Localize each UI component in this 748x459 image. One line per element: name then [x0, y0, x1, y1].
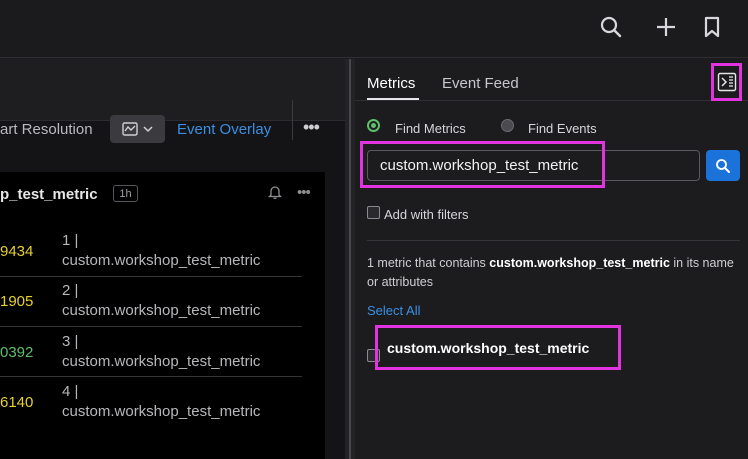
series-index: 1 |: [62, 232, 79, 249]
top-bar: [0, 0, 748, 58]
row-divider: [0, 376, 302, 377]
add-with-filters-label[interactable]: Add with filters: [384, 207, 469, 222]
chart-type-button[interactable]: [110, 115, 165, 143]
series-name: custom.workshop_test_metric: [62, 252, 261, 269]
add-with-filters-checkbox[interactable]: [367, 206, 380, 219]
toolbar-divider: [292, 100, 293, 140]
panel-collapse-icon: [717, 72, 736, 92]
series-value: 9434: [0, 243, 34, 260]
chart-title: p_test_metric: [0, 186, 98, 203]
series-value: 1905: [0, 293, 34, 310]
series-index: 2 |: [62, 282, 79, 299]
tab-metrics[interactable]: Metrics: [367, 75, 415, 92]
series-row[interactable]: 9434 1 | custom.workshop_test_metric: [0, 227, 302, 277]
bell-icon[interactable]: [267, 184, 283, 205]
search-button[interactable]: [706, 150, 740, 181]
result-highlight-box: [375, 325, 621, 370]
search-highlight-box: [360, 141, 605, 188]
radio-find-metrics-label[interactable]: Find Metrics: [395, 121, 466, 136]
radio-dot: [371, 123, 376, 128]
active-tab-indicator: [367, 98, 419, 100]
result-term: custom.workshop_test_metric: [489, 256, 670, 270]
results-divider: [367, 240, 740, 241]
series-name: custom.workshop_test_metric: [62, 302, 261, 319]
row-divider: [0, 326, 302, 327]
series-row[interactable]: 0392 3 | custom.workshop_test_metric: [0, 328, 302, 378]
series-row[interactable]: 6140 4 | custom.workshop_test_metric: [0, 378, 302, 428]
select-all-link[interactable]: Select All: [367, 303, 420, 318]
chart-more-button[interactable]: •••: [297, 184, 311, 201]
result-summary: 1 metric that contains custom.workshop_t…: [367, 254, 737, 292]
tab-event-feed[interactable]: Event Feed: [442, 75, 519, 92]
search-icon[interactable]: [596, 12, 626, 42]
collapse-panel-button[interactable]: [711, 63, 742, 101]
splitter-line: [349, 59, 351, 459]
series-name: custom.workshop_test_metric: [62, 353, 261, 370]
radio-find-events-label[interactable]: Find Events: [528, 121, 597, 136]
radio-find-metrics[interactable]: [367, 119, 380, 132]
chart-toolbar: [0, 59, 345, 121]
search-icon: [716, 158, 730, 173]
series-index: 3 |: [62, 333, 79, 350]
tabs-divider: [355, 100, 748, 101]
series-value: 0392: [0, 344, 34, 361]
series-name: custom.workshop_test_metric: [62, 403, 261, 420]
chevron-down-icon: [143, 126, 153, 133]
event-overlay-link[interactable]: Event Overlay: [177, 121, 271, 138]
radio-find-events[interactable]: [501, 119, 514, 132]
toolbar-more-button[interactable]: •••: [303, 117, 320, 138]
chart-resolution-label[interactable]: art Resolution: [0, 121, 120, 138]
series-row[interactable]: 1905 2 | custom.workshop_test_metric: [0, 277, 302, 327]
series-index: 4 |: [62, 383, 79, 400]
plus-icon[interactable]: [651, 12, 681, 42]
result-prefix: 1 metric that contains: [367, 256, 490, 270]
bookmark-icon[interactable]: [697, 12, 727, 42]
time-range-badge: 1h: [113, 185, 138, 202]
chart-line-icon: [122, 122, 138, 136]
series-value: 6140: [0, 394, 34, 411]
